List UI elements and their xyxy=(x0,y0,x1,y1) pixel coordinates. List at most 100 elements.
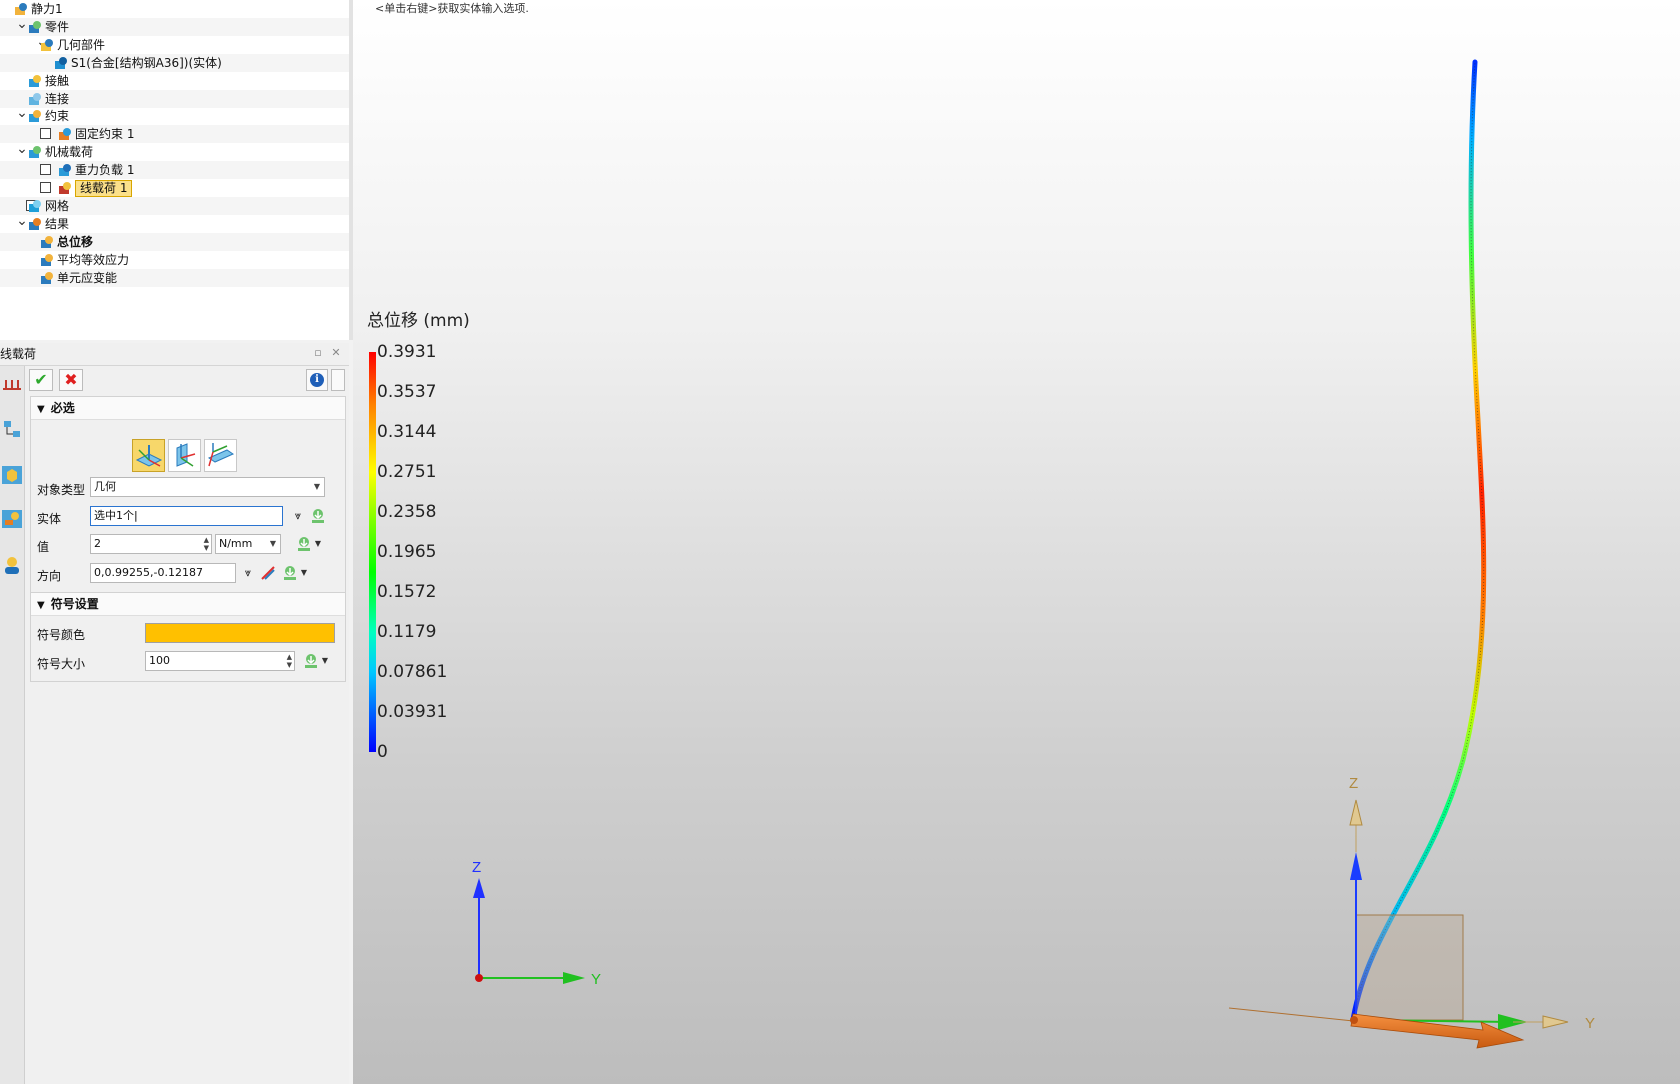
download-icon[interactable] xyxy=(309,507,327,525)
download-icon[interactable] xyxy=(302,652,320,670)
static-analysis-icon xyxy=(15,3,27,15)
contact-icon xyxy=(29,74,41,87)
tree-row[interactable]: 平均等效应力 xyxy=(0,251,349,269)
caret-down-icon[interactable]: ▼ xyxy=(321,652,329,670)
symbol-color-picker[interactable] xyxy=(145,623,335,643)
3d-viewport[interactable]: <单击右键>获取实体输入选项. 总位移 (mm) 0.3931 0.3537 0.3… xyxy=(353,0,1680,1084)
tree-row[interactable]: 总位移 xyxy=(0,232,349,251)
line-load-icon xyxy=(59,182,71,194)
triad-y-arrowhead xyxy=(563,972,585,984)
tree-item-label: 接触 xyxy=(45,73,70,88)
tree-row[interactable]: S1(合金[结构钢A36])(实体) xyxy=(0,53,349,72)
required-section-title: 必选 xyxy=(50,401,75,415)
tree-item-label: 总位移 xyxy=(57,234,94,249)
result-plot-icon xyxy=(41,253,53,266)
tree-item-label: 重力负载 1 xyxy=(75,163,135,178)
symbol-settings-section: ▼ 符号设置 符号颜色 符号大小 100 ▲ ▼ ▼ xyxy=(30,592,346,682)
user-tab-icon[interactable] xyxy=(2,554,22,576)
tree-row[interactable]: ⌄ 机械载荷 xyxy=(0,142,349,161)
load-tab-icon[interactable] xyxy=(2,508,22,530)
ground-line xyxy=(1228,1007,1364,1023)
caret-down-icon[interactable]: ▼ xyxy=(300,564,308,582)
value-label: 值 xyxy=(37,540,50,554)
local-y-arrow-outline xyxy=(1542,1015,1569,1029)
object-type-value: 几何 xyxy=(94,480,116,493)
confirm-button[interactable]: ✔ xyxy=(29,369,53,391)
support-box xyxy=(1355,914,1464,1021)
expand-chevron-icon[interactable]: ⌄ xyxy=(16,17,28,31)
expand-chevron-icon[interactable]: ⌄ xyxy=(16,106,28,120)
entity-input[interactable]: 选中1个| xyxy=(90,506,283,526)
tree-row[interactable]: 单元应变能 xyxy=(0,268,349,287)
direction-label: 方向 xyxy=(37,569,62,583)
expand-chevron-icon[interactable]: ⌄ xyxy=(16,214,28,228)
local-z-arrow-outline xyxy=(1349,799,1363,826)
visibility-checkbox[interactable] xyxy=(40,182,51,193)
download-icon[interactable] xyxy=(295,535,313,553)
tree-row[interactable]: 接触 xyxy=(0,72,349,90)
beam-outline xyxy=(1352,61,1485,1021)
direction-input[interactable]: 0,0.99255,-0.12187 xyxy=(90,563,236,583)
triad-z-arrowhead xyxy=(473,878,485,898)
spinner-icon[interactable]: ▲ ▼ xyxy=(204,536,209,552)
value-stepper[interactable]: 2 ▲ ▼ xyxy=(90,534,212,554)
tree-item-label: 平均等效应力 xyxy=(57,252,130,267)
symbol-size-label: 符号大小 xyxy=(37,657,86,671)
load-type-edge-button[interactable] xyxy=(204,439,237,472)
tree-row[interactable]: ⌄ 结果 xyxy=(0,214,349,233)
tree-item-label: 固定约束 1 xyxy=(75,127,135,142)
restore-icon[interactable]: ▫ xyxy=(312,347,324,359)
tree-row[interactable]: 线载荷 1 xyxy=(0,179,349,197)
download-icon[interactable] xyxy=(281,564,299,582)
solid-body-icon xyxy=(55,56,67,69)
entity-value: 选中1个 xyxy=(94,509,134,522)
unit-select[interactable]: N/mm ▼ xyxy=(215,534,281,554)
spinner-icon[interactable]: ▲ ▼ xyxy=(287,653,292,669)
load-type-plane-button[interactable] xyxy=(168,439,201,472)
cancel-button[interactable]: ✖ xyxy=(59,369,83,391)
tree-item-label: 连接 xyxy=(45,91,70,106)
line-load-tab-icon[interactable] xyxy=(2,374,22,396)
panel-sidebar xyxy=(0,366,25,1084)
symbol-section-header[interactable]: ▼ 符号设置 xyxy=(31,593,345,616)
pin-button[interactable] xyxy=(331,369,345,391)
model-scene[interactable]: Z Y Z Y xyxy=(353,0,1680,1084)
triad-z-label: Z xyxy=(472,859,481,876)
required-section-header[interactable]: ▼ 必选 xyxy=(31,397,345,420)
result-plot-icon xyxy=(41,271,53,284)
tree-row[interactable]: ⌄ 约束 xyxy=(0,106,349,125)
local-z-label: Z xyxy=(1349,775,1358,792)
symbol-size-stepper[interactable]: 100 ▲ ▼ xyxy=(145,651,295,671)
visibility-checkbox[interactable] xyxy=(40,128,51,140)
connection-tab-icon[interactable] xyxy=(2,418,22,440)
filter-dropdown-icon[interactable]: ⩔ xyxy=(289,507,307,525)
tree-row[interactable]: 固定约束 1 xyxy=(0,125,349,144)
tree-row[interactable]: 重力负载 1 xyxy=(0,161,349,180)
tree-row[interactable]: ⌄ 零件 xyxy=(0,17,349,36)
tree-item-label: 几何部件 xyxy=(57,37,106,52)
tree-item-label: 网格 xyxy=(45,198,70,213)
connection-icon xyxy=(29,92,41,105)
tree-row[interactable]: 网格 xyxy=(0,196,349,215)
tree-item-label: 约束 xyxy=(45,109,70,124)
tree-row[interactable]: 静力1 xyxy=(0,0,349,18)
tree-row[interactable]: 连接 xyxy=(0,89,349,108)
expand-chevron-icon[interactable]: ⌄ xyxy=(16,142,28,156)
direction-value: 0,0.99255,-0.12187 xyxy=(94,566,203,579)
visibility-checkbox[interactable] xyxy=(40,164,51,176)
geometry-tab-icon[interactable] xyxy=(2,464,22,486)
reverse-direction-icon[interactable] xyxy=(259,564,277,582)
tree-item-label: 静力1 xyxy=(31,2,63,16)
object-type-select[interactable]: 几何 ▼ xyxy=(90,477,325,497)
analysis-tree: 静力1 ⌄ 零件 ⌄ 几何部件 S1(合金[结构钢A36])(实体) 接触 连接 ⌄ 约束 固定约束… xyxy=(0,0,353,340)
deformed-beam[interactable] xyxy=(1350,59,1487,1023)
close-panel-icon[interactable]: ✕ xyxy=(330,347,342,359)
load-type-normal-button[interactable] xyxy=(132,439,165,472)
property-panel: 线载荷 ▫ ✕ ✔ ✖ i ▼ 必选 对象类型 几何 ▼ 实体 选中1个| ⩔ … xyxy=(0,343,349,1084)
info-button[interactable]: i xyxy=(306,369,328,391)
info-icon: i xyxy=(310,373,324,387)
left-panel: 静力1 ⌄ 零件 ⌄ 几何部件 S1(合金[结构钢A36])(实体) 接触 连接 ⌄ 约束 固定约束… xyxy=(0,0,354,1084)
tree-row[interactable]: ⌄ 几何部件 xyxy=(0,35,349,54)
caret-down-icon[interactable]: ▼ xyxy=(314,535,322,553)
filter-dropdown-icon[interactable]: ⩔ xyxy=(239,564,257,582)
